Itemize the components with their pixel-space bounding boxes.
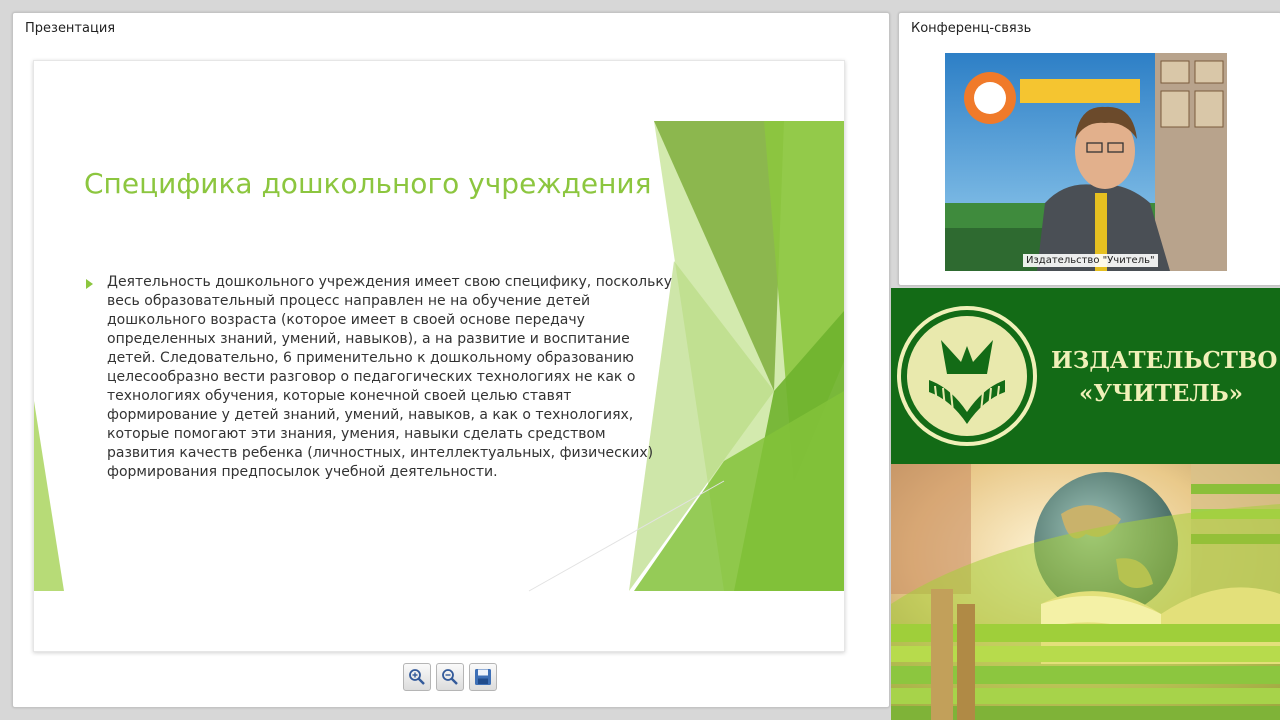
publisher-name-line2: «УЧИТЕЛЬ» (1078, 380, 1244, 407)
slide-body-text: Деятельность дошкольного учреждения имее… (107, 274, 673, 480)
zoom-out-icon (442, 669, 458, 685)
slide-title: Специфика дошкольного учреждения (84, 167, 652, 200)
publisher-name-line1: ИЗДАТЕЛЬСТВО (1051, 347, 1278, 374)
floppy-disk-icon (475, 669, 491, 685)
presentation-slide: Специфика дошкольного учреждения Деятель… (33, 60, 845, 652)
books-globe-illustration (891, 464, 1280, 720)
presentation-panel: Презентация Специфика дошкольного учрежд… (12, 12, 890, 708)
publisher-name: ИЗДАТЕЛЬСТВО «УЧИТЕЛЬ» (1051, 344, 1278, 410)
publisher-logo-icon (897, 306, 1037, 446)
conference-panel: Конференц-связь Издательство "Учитель" (898, 12, 1280, 286)
presentation-panel-title: Презентация (25, 21, 116, 36)
video-caption: Издательство "Учитель" (1023, 254, 1158, 267)
bullet-arrow-icon (86, 279, 93, 289)
save-button[interactable] (469, 663, 497, 691)
zoom-in-icon (409, 669, 425, 685)
video-feed[interactable]: Издательство "Учитель" (945, 53, 1227, 271)
books-globe-image (891, 464, 1280, 720)
zoom-in-button[interactable] (403, 663, 431, 691)
zoom-out-button[interactable] (436, 663, 464, 691)
webcam-image (945, 53, 1227, 271)
publisher-banner: ИЗДАТЕЛЬСТВО «УЧИТЕЛЬ» (891, 288, 1280, 464)
conference-panel-title: Конференц-связь (911, 21, 1032, 36)
